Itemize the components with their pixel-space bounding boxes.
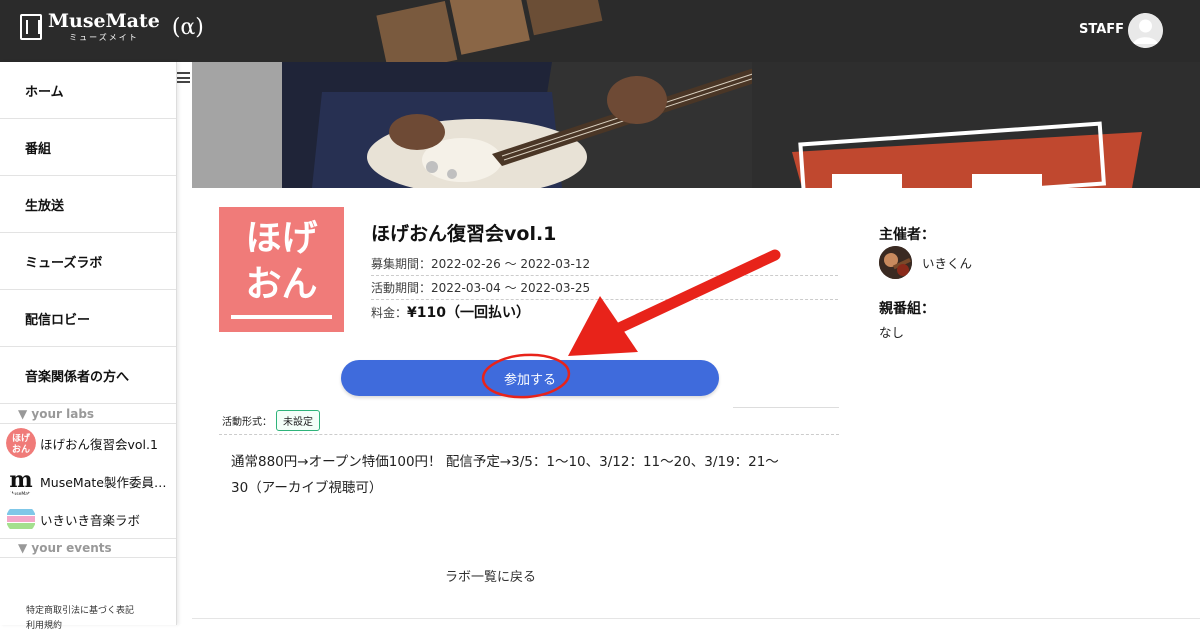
logo-mark-icon [20, 14, 42, 40]
activity-format-label: 活動形式： [222, 417, 272, 428]
host-heading: 主催者： [879, 227, 935, 243]
join-button-label: 参加する [503, 372, 556, 388]
top-header: MuseMate ミューズメイト (α) STAFF [0, 0, 1200, 62]
user-avatar[interactable] [1128, 13, 1163, 48]
your-labs-heading[interactable]: ▼ your labs [0, 404, 176, 424]
svg-text:m: m [9, 467, 32, 493]
sidebar-item-live[interactable]: 生放送 [0, 176, 176, 233]
lab-thumbnail: ほげ おん [219, 207, 344, 332]
commerce-law-link[interactable]: 特定商取引法に基づく表記 [26, 603, 134, 616]
user-role-label[interactable]: STAFF [1079, 22, 1124, 37]
recruit-period-value: 2022-02-26 〜 2022-03-12 [431, 257, 591, 271]
menu-toggle-icon[interactable] [177, 72, 190, 83]
price-label: 料金： [371, 305, 408, 320]
divider [733, 407, 839, 408]
sidebar-lab-label: ほげおん復習会vol.1 [40, 436, 158, 452]
price-row: 料金： ¥110（一回払い） [371, 300, 838, 324]
sidebar-item-label: ミューズラボ [25, 255, 103, 271]
sidebar-lab-hogeon[interactable]: ほげ おん ほげおん復習会vol.1 [0, 424, 176, 462]
activity-format-row: 活動形式： 未設定 [222, 410, 320, 431]
header-banner-photo [300, 0, 860, 62]
thumbnail-underline [231, 315, 332, 319]
parent-program-value: なし [879, 325, 905, 340]
thumbnail-text: ほげ [245, 218, 318, 259]
activity-period-label: 活動期間： [371, 281, 432, 295]
hogeon-lab-icon: ほげ おん [6, 428, 36, 458]
svg-text:おん: おん [12, 444, 30, 455]
sidebar-lab-musemate-committee[interactable]: m MuseMate MuseMate製作委員… [0, 462, 176, 500]
divider [192, 618, 1200, 619]
sidebar-lab-label: MuseMate製作委員… [40, 474, 167, 490]
sidebar-lab-label: いきいき音楽ラボ [40, 512, 141, 528]
sidebar-item-label: 生放送 [25, 198, 65, 214]
recruit-period-label: 募集期間： [371, 257, 432, 271]
divider [219, 434, 839, 435]
your-events-heading[interactable]: ▼ your events [0, 538, 176, 558]
host-avatar [879, 246, 912, 279]
lab-description: 通常880円→オープン特価100円！ 配信予定→3/5：1〜10、3/12：11… [231, 449, 811, 501]
musemate-lab-icon: m MuseMate [6, 466, 36, 496]
sidebar-item-muse-lab[interactable]: ミューズラボ [0, 233, 176, 290]
app-name: MuseMate [48, 10, 160, 32]
musemate-logo[interactable]: MuseMate ミューズメイト (α) [20, 12, 204, 42]
host-profile[interactable]: いきくん [879, 246, 972, 279]
user-avatar-icon [1128, 13, 1163, 48]
description-line: 30（アーカイブ視聴可） [231, 480, 383, 496]
description-line: 通常880円→オープン特価100円！ 配信予定→3/5：1〜10、3/12：11… [231, 454, 779, 470]
join-button[interactable]: 参加する [341, 360, 719, 396]
lab-title: ほげおん復習会vol.1 [371, 223, 557, 245]
activity-period-row: 活動期間： 2022-03-04 〜 2022-03-25 [371, 276, 838, 300]
svg-text:ほげ: ほげ [12, 432, 31, 444]
back-to-labs-link[interactable]: ラボ一覧に戻る [445, 566, 536, 585]
sidebar-item-label: 番組 [25, 141, 52, 157]
sidebar-item-programs[interactable]: 番組 [0, 119, 176, 176]
price-value: ¥110（一回払い） [407, 305, 530, 321]
thumbnail-text: おん [245, 264, 318, 305]
recruit-period-row: 募集期間： 2022-02-26 〜 2022-03-12 [371, 252, 838, 276]
sidebar-item-label: 配信ロビー [25, 312, 91, 328]
sidebar-item-label: 音楽関係者の方へ [25, 369, 130, 385]
activity-format-badge: 未設定 [276, 410, 320, 431]
sidebar-item-stream-lobby[interactable]: 配信ロビー [0, 290, 176, 347]
sidebar-item-home[interactable]: ホーム [0, 62, 176, 119]
svg-text:MuseMate: MuseMate [9, 491, 32, 496]
sidebar-item-label: ホーム [25, 84, 64, 100]
app-subtitle: ミューズメイト [69, 33, 139, 42]
host-name: いきくん [922, 256, 973, 271]
sidebar: ホーム 番組 生放送 ミューズラボ 配信ロビー 音楽関係者の方へ ▼ your … [0, 62, 177, 631]
alpha-badge: (α) [171, 14, 204, 40]
sidebar-item-music-professionals[interactable]: 音楽関係者の方へ [0, 347, 176, 404]
sidebar-lab-ikiiki-music[interactable]: いきいき音楽ラボ [0, 500, 176, 538]
ikiiki-lab-icon [6, 504, 36, 534]
activity-period-value: 2022-03-04 〜 2022-03-25 [431, 281, 591, 295]
lab-banner-image [192, 62, 1200, 188]
parent-program-heading: 親番組： [879, 301, 935, 317]
